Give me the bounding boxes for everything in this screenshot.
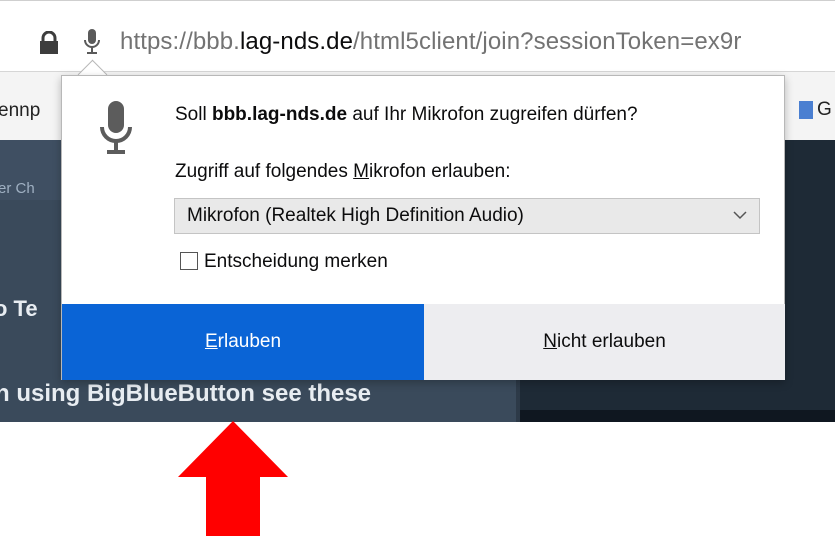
welcome-heading: o Te: [0, 296, 38, 321]
deny-accesskey: N: [543, 331, 557, 352]
bookmark-favicon-icon: [799, 101, 813, 119]
select-label-suffix: ikrofon erlauben:: [368, 161, 511, 182]
right-panel-footer: [520, 410, 835, 422]
microphone-permission-dialog: Soll bbb.lag-nds.de auf Ihr Mikrofon zug…: [61, 75, 785, 380]
device-select-label: Zugriff auf folgendes Mikrofon erlauben:: [175, 161, 511, 183]
welcome-text: n using BigBlueButton see these: [0, 380, 372, 407]
deny-button[interactable]: Nicht erlauben: [424, 304, 785, 380]
permission-prompt: Soll bbb.lag-nds.de auf Ihr Mikrofon zug…: [175, 104, 638, 126]
allow-accesskey: E: [204, 331, 218, 352]
prompt-prefix: Soll: [175, 104, 212, 125]
microphone-select[interactable]: Mikrofon (Realtek High Definition Audio): [174, 198, 760, 234]
chevron-down-icon: [733, 211, 747, 220]
lock-icon[interactable]: [37, 31, 61, 55]
prompt-suffix: auf Ihr Mikrofon zugreifen dürfen?: [347, 104, 638, 125]
url-bar[interactable]: https://bbb.lag-nds.de/html5client/join?…: [0, 0, 835, 72]
remember-decision-label[interactable]: Entscheidung merken: [204, 251, 388, 273]
url-prefix: https://bbb.: [120, 28, 240, 55]
bookmark-left[interactable]: ennp: [0, 100, 40, 122]
select-label-accesskey: M: [353, 161, 369, 182]
microphone-icon: [100, 101, 132, 154]
select-label-prefix: Zugriff auf folgendes: [175, 161, 354, 182]
microphone-icon[interactable]: [83, 27, 101, 57]
url-text[interactable]: https://bbb.lag-nds.de/html5client/join?…: [120, 28, 741, 56]
red-arrow-annotation: [178, 421, 288, 536]
allow-label: rlauben: [217, 331, 282, 352]
bookmark-right[interactable]: G: [817, 99, 832, 121]
url-domain: lag-nds.de: [239, 28, 354, 55]
remember-decision-checkbox[interactable]: [180, 252, 198, 270]
chat-label: er Ch: [0, 180, 35, 197]
deny-label: icht erlauben: [556, 331, 666, 352]
prompt-domain: bbb.lag-nds.de: [211, 104, 348, 125]
selected-device: Mikrofon (Realtek High Definition Audio): [187, 205, 524, 226]
url-suffix: /html5client/join?sessionToken=ex9r: [353, 28, 742, 55]
allow-button[interactable]: Erlauben: [62, 304, 424, 380]
